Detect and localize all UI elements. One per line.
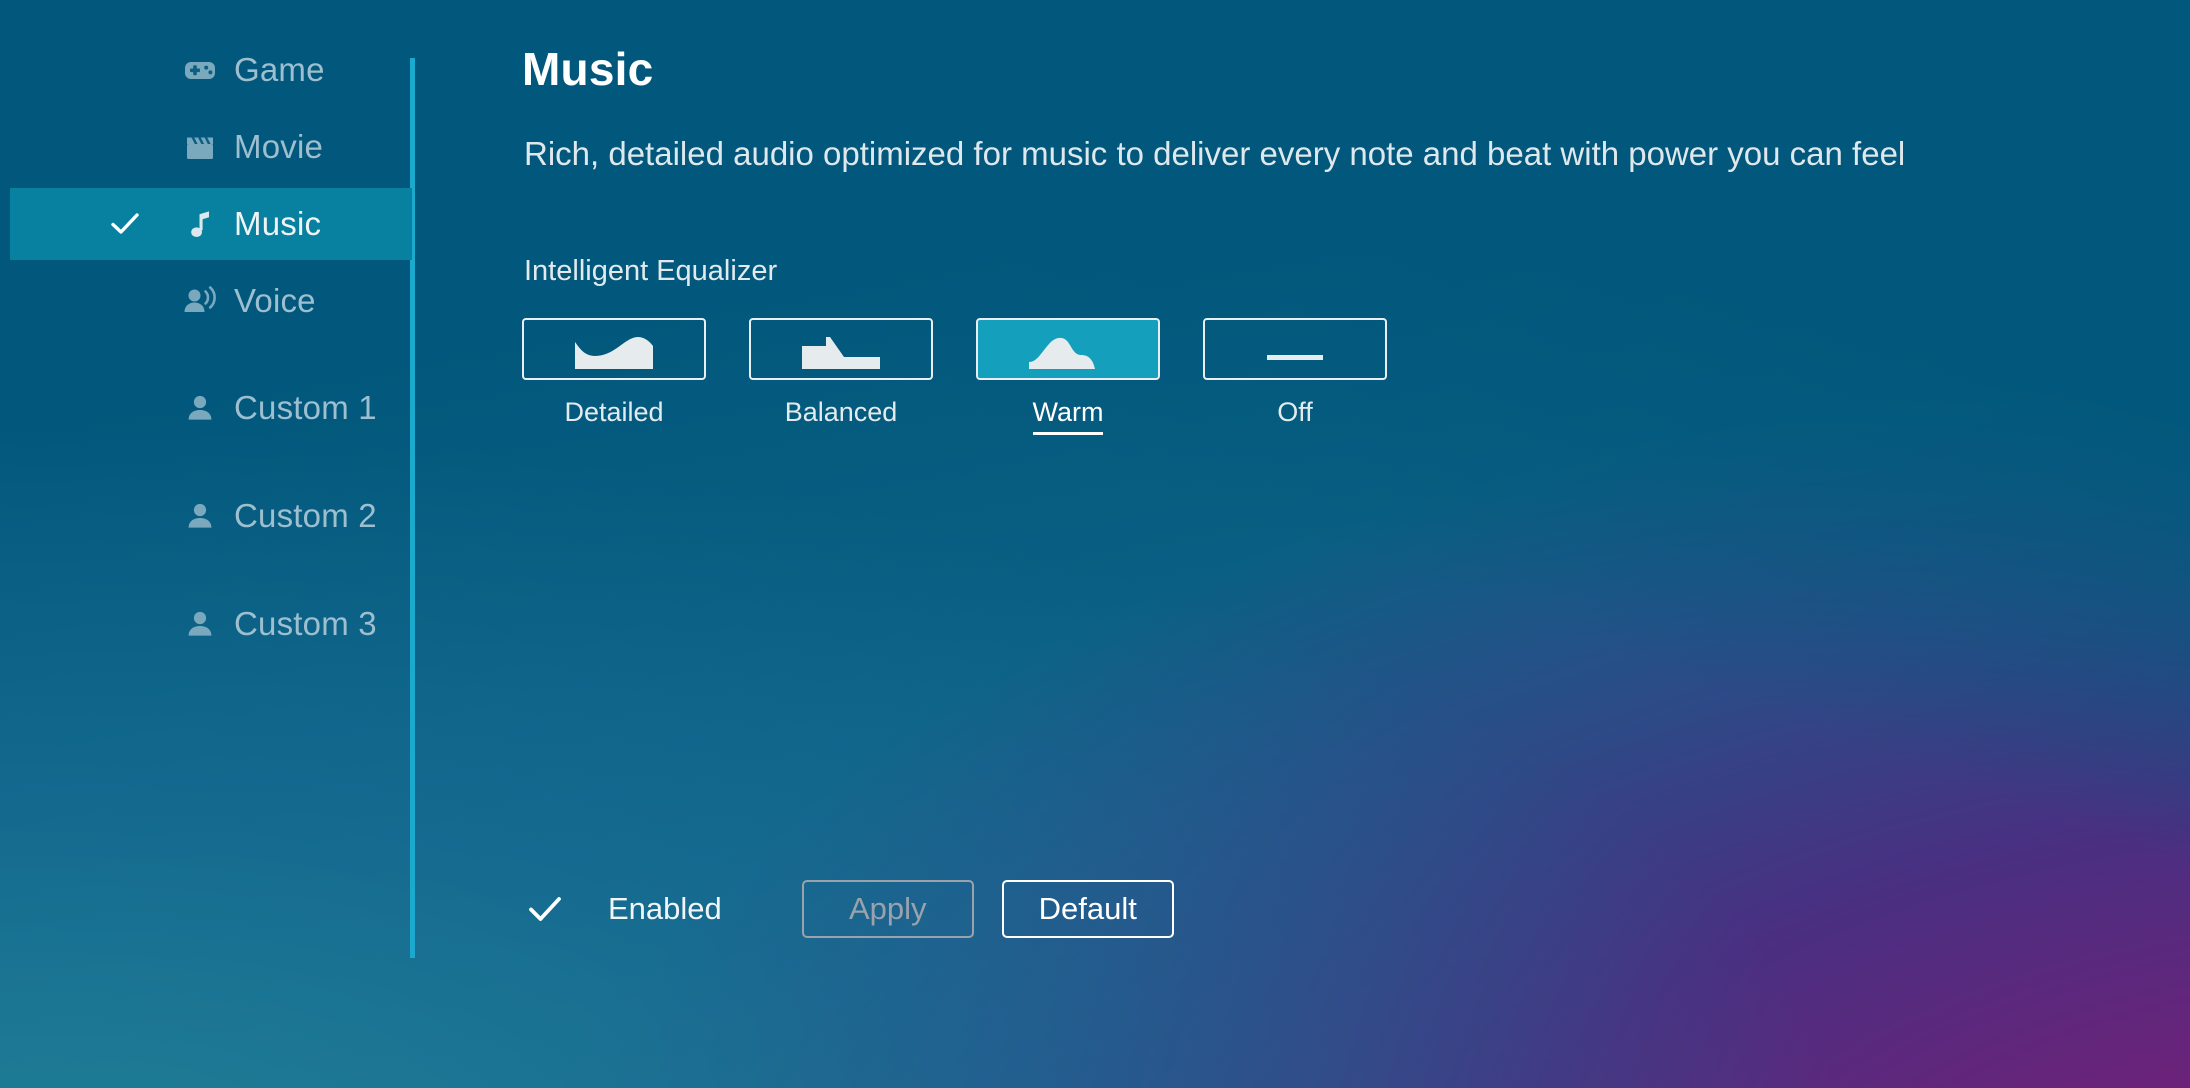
sidebar-item-label: Movie [234, 128, 324, 165]
eq-section-label: Intelligent Equalizer [524, 255, 778, 287]
eq-preset-detailed[interactable]: Detailed [522, 318, 706, 428]
eq-curve-flat-icon [1252, 329, 1338, 378]
eq-preset-warm-caption: Warm [976, 397, 1160, 435]
person-icon [180, 388, 220, 428]
eq-curve-warm-icon [1025, 329, 1111, 378]
music-note-icon [180, 204, 220, 244]
sidebar-item-label: Custom 2 [234, 497, 377, 534]
sidebar-item-custom-2[interactable]: Custom 2 [10, 480, 412, 552]
person-icon [180, 604, 220, 644]
sidebar-item-custom-1[interactable]: Custom 1 [10, 372, 412, 444]
check-icon[interactable] [522, 886, 568, 932]
clapperboard-icon [180, 127, 220, 167]
sidebar-item-label: Custom 3 [234, 605, 377, 642]
sidebar: Game Movie Music Voice Custom 1 Custom 2… [0, 0, 415, 1088]
sidebar-item-label: Custom 1 [234, 389, 377, 426]
default-button[interactable]: Default [1001, 880, 1174, 938]
eq-preset-warm-box[interactable] [976, 318, 1160, 380]
sidebar-item-label: Voice [234, 282, 316, 319]
page-title: Music [522, 43, 654, 95]
eq-preset-off-box[interactable] [1203, 318, 1387, 380]
eq-preset-detailed-box[interactable] [522, 318, 706, 380]
eq-preset-balanced-caption: Balanced [784, 397, 898, 427]
eq-preset-balanced-box[interactable] [749, 318, 933, 380]
sidebar-item-label: Game [234, 51, 325, 88]
eq-preset-detailed-caption: Detailed [564, 397, 664, 427]
gamepad-icon [180, 50, 220, 90]
enabled-label: Enabled [608, 891, 722, 926]
apply-button[interactable]: Apply [801, 880, 974, 938]
check-icon [105, 204, 145, 244]
eq-preset-off[interactable]: Off [1203, 318, 1387, 428]
eq-preset-warm[interactable]: Warm [976, 318, 1160, 435]
person-icon [180, 496, 220, 536]
main-panel: Music Rich, detailed audio optimized for… [522, 0, 2190, 1088]
eq-curve-balanced-icon [798, 329, 884, 378]
sidebar-item-custom-3[interactable]: Custom 3 [10, 588, 412, 660]
eq-preset-row: Detailed Balanced Warm Off [522, 318, 1430, 435]
eq-curve-detailed-icon [571, 329, 657, 378]
sidebar-item-label: Music [234, 205, 322, 242]
eq-preset-off-caption: Off [1277, 397, 1313, 427]
sidebar-item-voice[interactable]: Voice [10, 265, 412, 337]
footer-controls: Enabled Apply Default [522, 880, 1174, 938]
voice-person-icon [180, 281, 220, 321]
page-description: Rich, detailed audio optimized for music… [524, 135, 1906, 172]
sidebar-item-movie[interactable]: Movie [10, 111, 412, 183]
sidebar-item-game[interactable]: Game [10, 34, 412, 106]
eq-preset-balanced[interactable]: Balanced [749, 318, 933, 428]
sidebar-item-music[interactable]: Music [10, 188, 412, 260]
